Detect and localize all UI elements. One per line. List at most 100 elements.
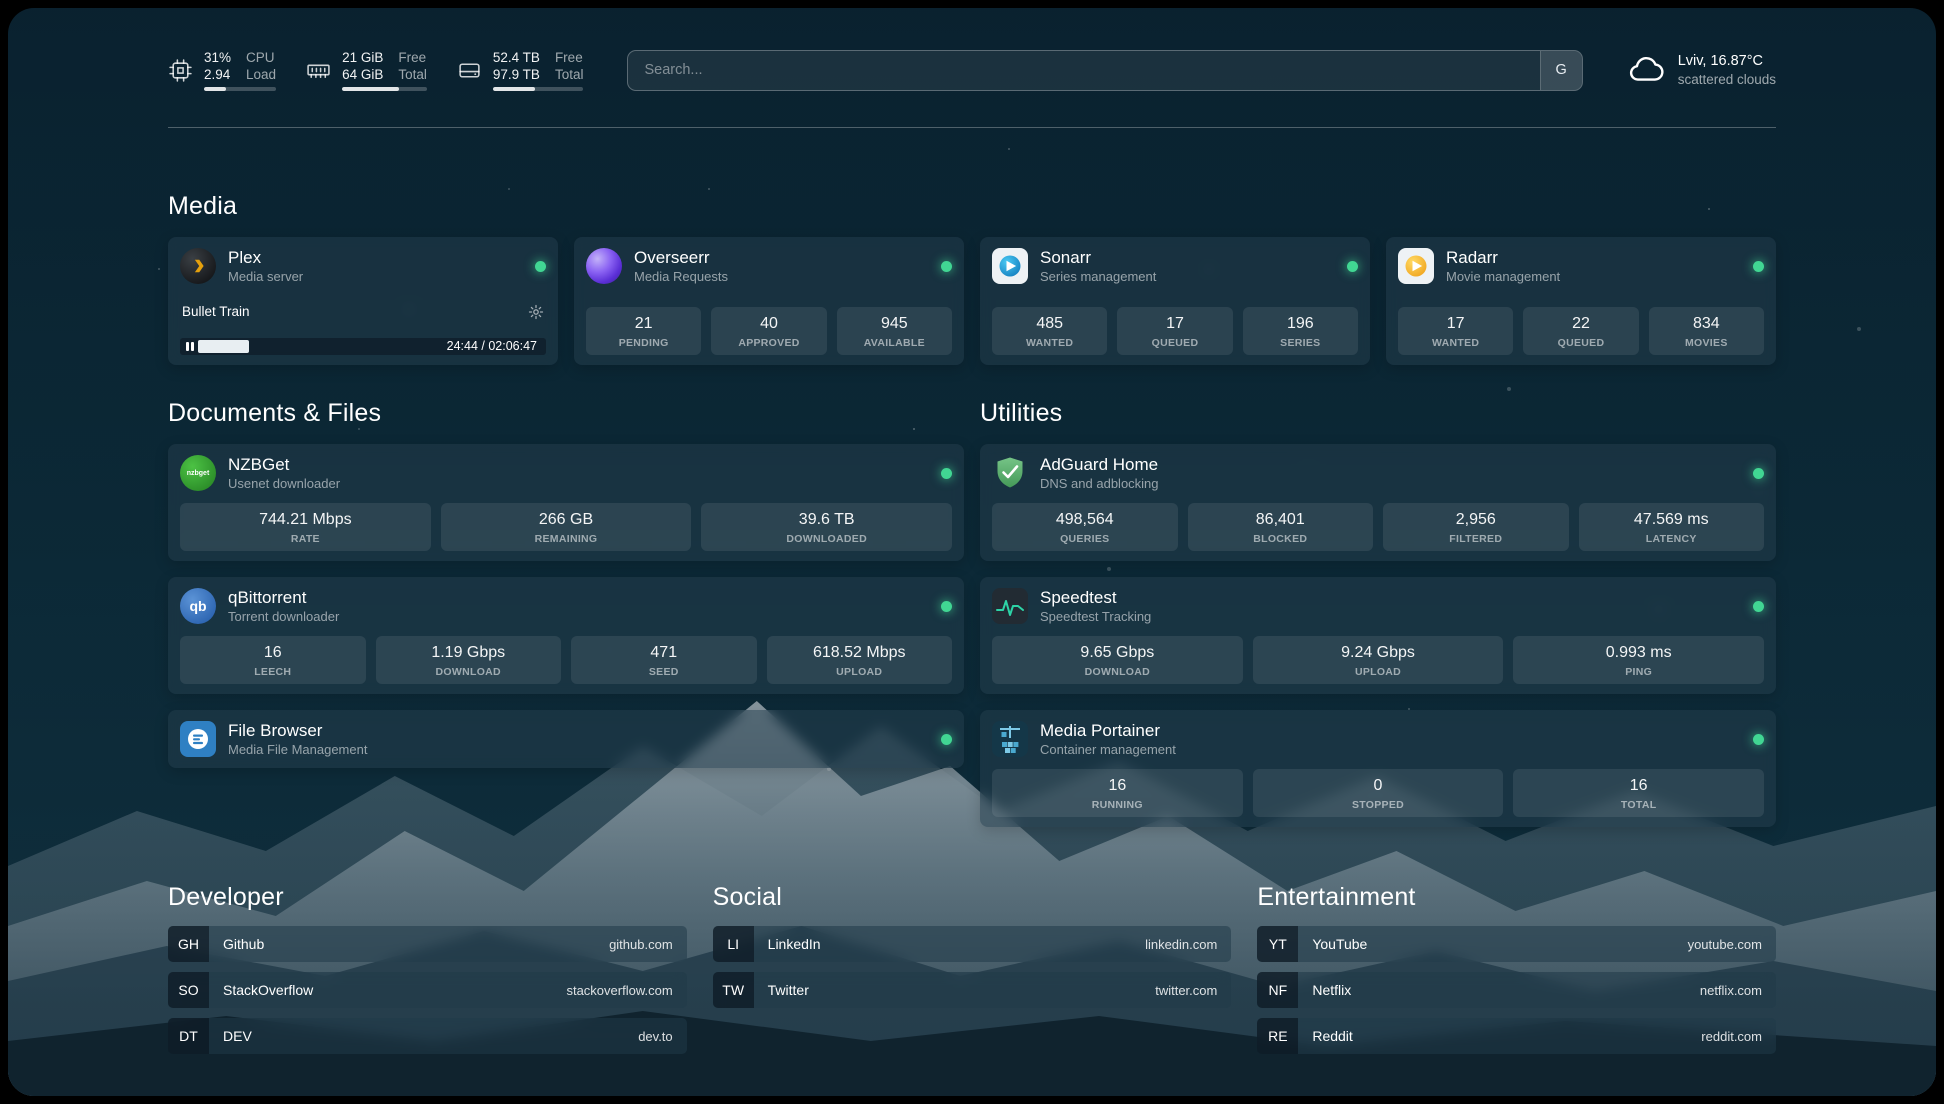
bookmark-abbr: SO [168, 972, 209, 1008]
bookmark-netflix[interactable]: NF Netflix netflix.com [1257, 972, 1776, 1008]
service-desc: Media Requests [634, 268, 728, 285]
bookmark-name: StackOverflow [223, 982, 313, 998]
service-name: AdGuard Home [1040, 454, 1159, 475]
section-title-media: Media [168, 192, 1776, 221]
filebrowser-card[interactable]: File Browser Media File Management [168, 710, 964, 768]
bookmark-youtube[interactable]: YT YouTube youtube.com [1257, 926, 1776, 962]
bookmark-twitter[interactable]: TW Twitter twitter.com [713, 972, 1232, 1008]
service-name: qBittorrent [228, 587, 339, 608]
status-indicator [1347, 261, 1358, 272]
cpu-usage-value: 31% [204, 49, 231, 66]
bookmark-abbr: RE [1257, 1018, 1298, 1054]
status-indicator [941, 261, 952, 272]
bookmark-stackoverflow[interactable]: SO StackOverflow stackoverflow.com [168, 972, 687, 1008]
stat-blocked: 86,401 BLOCKED [1188, 503, 1374, 551]
service-desc: Speedtest Tracking [1040, 608, 1151, 625]
service-name: Speedtest [1040, 587, 1151, 608]
bookmark-name: Netflix [1312, 982, 1351, 998]
bookmark-group-social: Social LI LinkedIn linkedin.com TW Twitt… [713, 883, 1232, 1018]
bookmark-abbr: YT [1257, 926, 1298, 962]
cpu-icon [168, 58, 193, 83]
stat-wanted: 485 WANTED [992, 307, 1107, 355]
stat-total: 16 TOTAL [1513, 769, 1764, 817]
bookmark-reddit[interactable]: RE Reddit reddit.com [1257, 1018, 1776, 1054]
adguard-icon [992, 455, 1028, 491]
status-indicator [1753, 468, 1764, 479]
stat-remaining: 266 GB REMAINING [441, 503, 692, 551]
dashboard-screen: 31% 2.94 CPU Load [8, 8, 1936, 1096]
search-bar: G [627, 50, 1582, 91]
memory-free-value: 21 GiB [342, 49, 383, 66]
speedtest-card[interactable]: Speedtest Speedtest Tracking 9.65 Gbps D… [980, 577, 1776, 694]
service-name: Plex [228, 247, 303, 268]
stat-queries: 498,564 QUERIES [992, 503, 1178, 551]
service-desc: Usenet downloader [228, 475, 340, 492]
bookmark-name: Github [223, 936, 264, 952]
bookmark-abbr: LI [713, 926, 754, 962]
bookmark-github[interactable]: GH Github github.com [168, 926, 687, 962]
stat-stopped: 0 STOPPED [1253, 769, 1504, 817]
radarr-card[interactable]: Radarr Movie management 17 WANTED 22 QUE… [1386, 237, 1776, 365]
stat-filtered: 2,956 FILTERED [1383, 503, 1569, 551]
bookmark-name: Reddit [1312, 1028, 1352, 1044]
adguard-card[interactable]: AdGuard Home DNS and adblocking 498,564 … [980, 444, 1776, 561]
stat-rate: 744.21 Mbps RATE [180, 503, 431, 551]
bookmark-abbr: GH [168, 926, 209, 962]
speedtest-stats: 9.65 Gbps DOWNLOAD 9.24 Gbps UPLOAD 0.99… [992, 636, 1764, 684]
bookmark-url: stackoverflow.com [566, 983, 672, 998]
cloud-icon [1627, 51, 1665, 89]
pause-icon[interactable] [186, 342, 194, 351]
stat-upload: 618.52 Mbps UPLOAD [767, 636, 953, 684]
qbittorrent-card[interactable]: qb qBittorrent Torrent downloader 16 LEE… [168, 577, 964, 694]
search-engine-button[interactable]: G [1540, 51, 1582, 90]
portainer-card[interactable]: Media Portainer Container management 16 … [980, 710, 1776, 827]
stat-available: 945 AVAILABLE [837, 307, 952, 355]
resource-widgets: 31% 2.94 CPU Load [168, 49, 583, 91]
portainer-stats: 16 RUNNING 0 STOPPED 16 TOTAL [992, 769, 1764, 817]
bookmark-url: dev.to [638, 1029, 672, 1044]
bookmark-url: github.com [609, 937, 673, 952]
stat-seed: 471 SEED [571, 636, 757, 684]
stat-ping: 0.993 ms PING [1513, 636, 1764, 684]
status-indicator [1753, 261, 1764, 272]
stat-wanted: 17 WANTED [1398, 307, 1513, 355]
sonarr-icon [992, 248, 1028, 284]
bookmark-group-developer: Developer GH Github github.com SO StackO… [168, 883, 687, 1064]
section-title-utilities: Utilities [980, 399, 1776, 428]
section-title-documents: Documents & Files [168, 399, 964, 428]
cpu-progress-bar [204, 87, 276, 91]
service-name: Radarr [1446, 247, 1560, 268]
gear-icon[interactable] [528, 304, 544, 320]
playback-progress-fill [198, 340, 249, 353]
service-desc: Movie management [1446, 268, 1560, 285]
bookmark-dev[interactable]: DT DEV dev.to [168, 1018, 687, 1054]
overseerr-stats: 21 PENDING 40 APPROVED 945 AVAILABLE [586, 307, 952, 355]
cpu-load-value: 2.94 [204, 66, 231, 83]
sonarr-card[interactable]: Sonarr Series management 485 WANTED 17 Q… [980, 237, 1370, 365]
service-name: Media Portainer [1040, 720, 1176, 741]
bookmark-name: DEV [223, 1028, 252, 1044]
section-title-entertainment: Entertainment [1257, 883, 1776, 912]
section-title-social: Social [713, 883, 1232, 912]
memory-total-value: 64 GiB [342, 66, 383, 83]
stat-approved: 40 APPROVED [711, 307, 826, 355]
radarr-stats: 17 WANTED 22 QUEUED 834 MOVIES [1398, 307, 1764, 355]
playback-time: 24:44 / 02:06:47 [447, 338, 537, 355]
bookmark-group-entertainment: Entertainment YT YouTube youtube.com NF … [1257, 883, 1776, 1064]
stat-leech: 16 LEECH [180, 636, 366, 684]
disk-total-label: Total [555, 66, 584, 83]
playback-progress-bar[interactable]: 24:44 / 02:06:47 [180, 338, 546, 355]
overseerr-card[interactable]: Overseerr Media Requests 21 PENDING 40 A… [574, 237, 964, 365]
disk-widget: 52.4 TB 97.9 TB Free Total [457, 49, 584, 91]
stat-pending: 21 PENDING [586, 307, 701, 355]
service-desc: DNS and adblocking [1040, 475, 1159, 492]
bookmark-url: linkedin.com [1145, 937, 1217, 952]
cpu-widget: 31% 2.94 CPU Load [168, 49, 276, 91]
plex-card[interactable]: Plex Media server Bullet Train [168, 237, 558, 365]
search-input[interactable] [627, 50, 1582, 91]
bookmark-linkedin[interactable]: LI LinkedIn linkedin.com [713, 926, 1232, 962]
nzbget-card[interactable]: nzbget NZBGet Usenet downloader 744.21 M… [168, 444, 964, 561]
service-desc: Series management [1040, 268, 1156, 285]
bookmark-url: reddit.com [1701, 1029, 1762, 1044]
memory-total-label: Total [398, 66, 427, 83]
